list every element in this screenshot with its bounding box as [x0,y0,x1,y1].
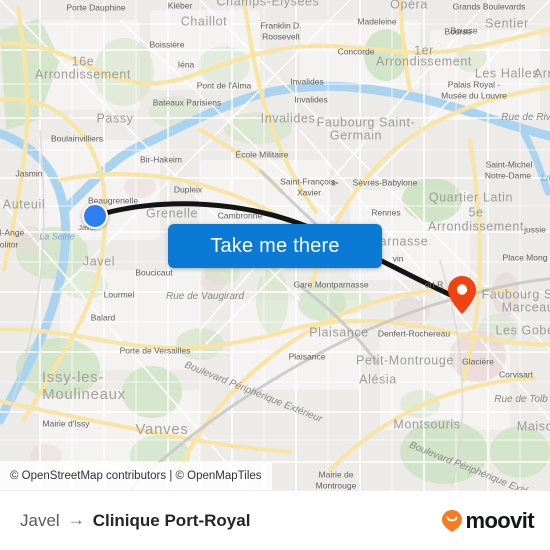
route-destination-label: Clinique Port-Royal [92,510,251,530]
screenshot-root: Porte Dauphine Kléber Chaillot Champs-Élysé… [0,0,550,550]
take-me-there-button[interactable]: Take me there [168,224,382,268]
origin-marker-javel[interactable] [82,203,108,229]
route-origin-label: Javel [20,510,60,530]
moovit-logo[interactable]: moovit [441,507,535,534]
map-pin-icon [448,276,476,314]
attribution-text: © OpenStreetMap contributors | © OpenMap… [10,470,262,482]
arrow-right-icon: → [67,509,85,529]
footer-bar: Javel → Clinique Port-Royal moovit [0,490,550,550]
map-attribution: © OpenStreetMap contributors | © OpenMap… [0,462,272,490]
map-canvas[interactable]: Porte Dauphine Kléber Chaillot Champs-Élysé… [0,0,550,490]
destination-marker-clinique-port-royal[interactable] [447,275,477,320]
route-summary: Javel → Clinique Port-Royal [20,509,251,531]
moovit-wordmark: moovit [465,507,534,533]
moovit-pin-icon [442,509,463,532]
